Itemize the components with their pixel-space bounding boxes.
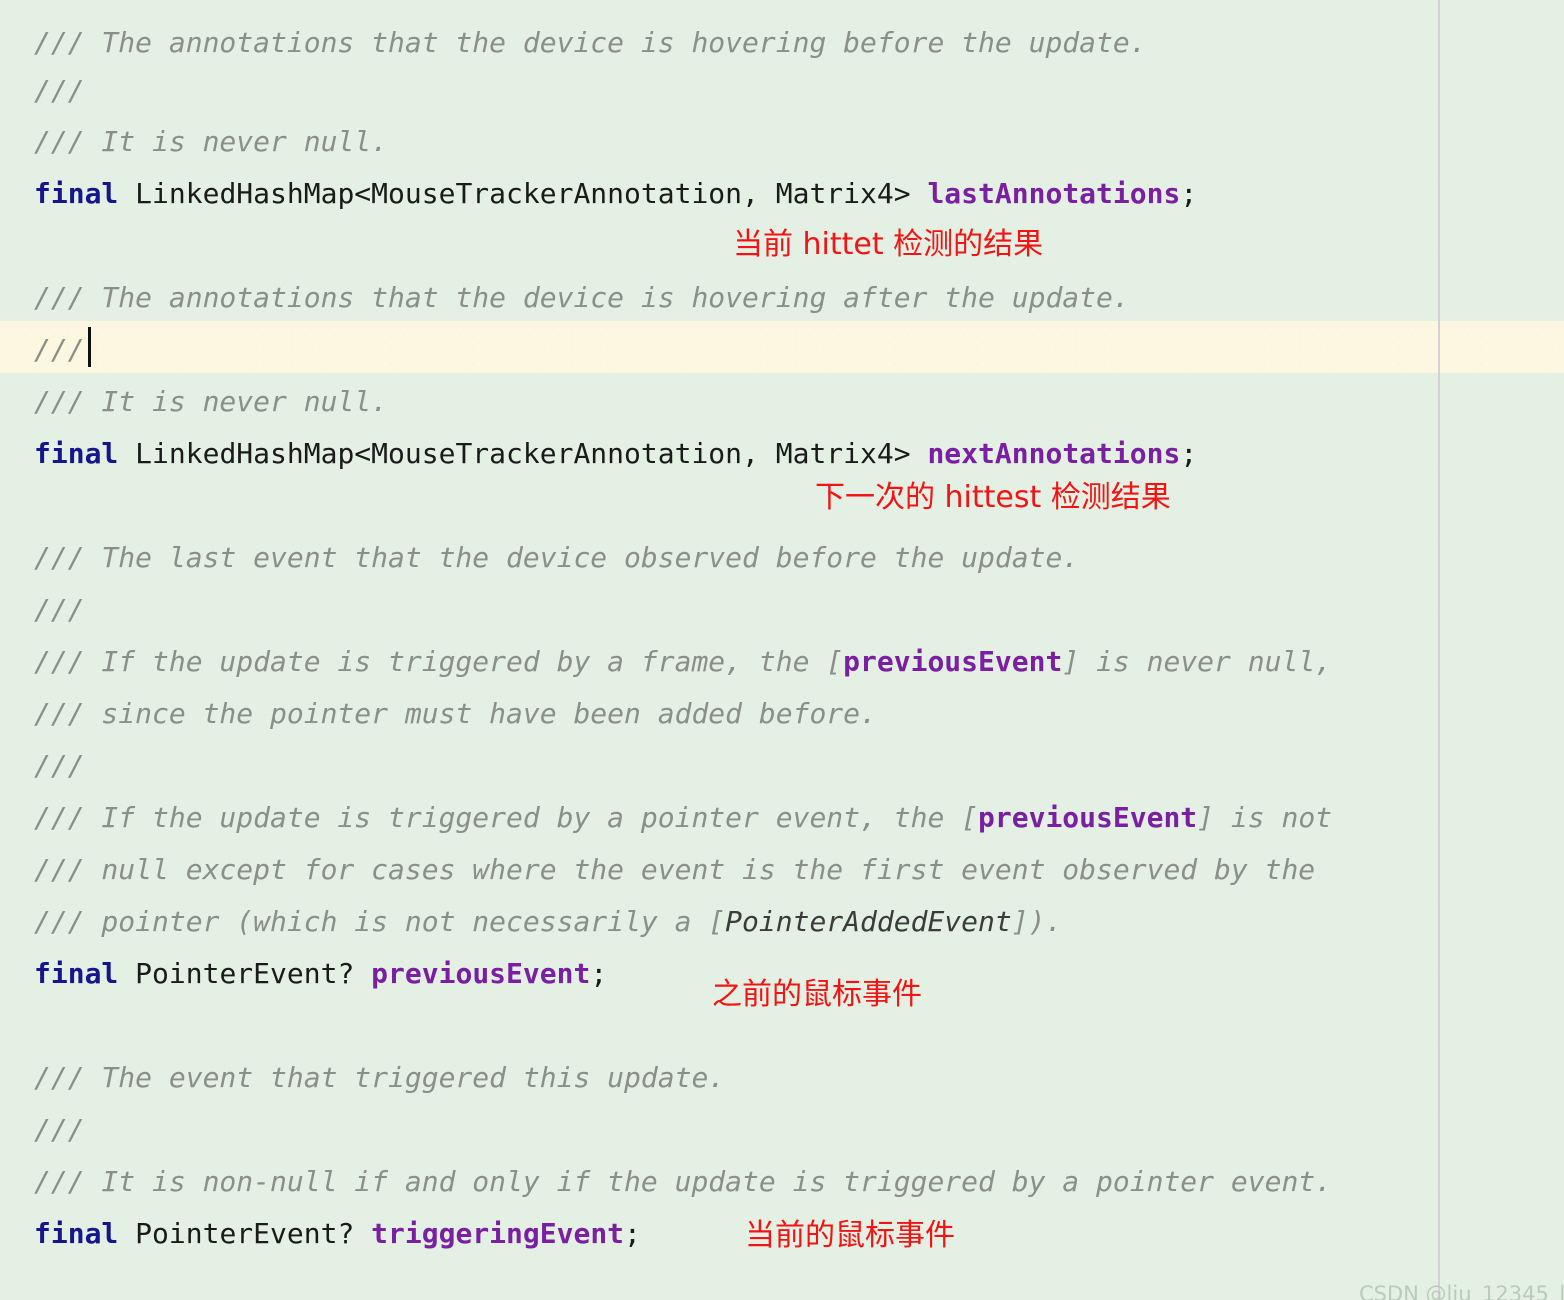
code-token: PointerAddedEvent	[725, 905, 1012, 938]
code-token: LinkedHashMap<MouseTrackerAnnotation, Ma…	[118, 177, 928, 210]
code-token: ///	[34, 74, 85, 107]
code-token: ]).	[1011, 905, 1063, 938]
code-line[interactable]: ///	[34, 740, 85, 792]
code-token: final	[34, 437, 119, 470]
code-line[interactable]: /// If the update is triggered by a fram…	[34, 636, 1332, 688]
code-token: PointerEvent?	[118, 957, 372, 990]
code-token: ] is not	[1197, 801, 1333, 834]
code-line[interactable]: final PointerEvent? previousEvent;	[34, 948, 607, 1000]
code-line[interactable]: /// It is non-null if and only if the up…	[34, 1156, 1332, 1208]
code-token: /// The last event that the device obser…	[34, 541, 1080, 574]
annotation-triggering-event: 当前的鼠标事件	[745, 1218, 955, 1253]
csdn-watermark: CSDN @liu_12345_liu	[1359, 1282, 1564, 1300]
code-line[interactable]: /// null except for cases where the even…	[34, 844, 1315, 896]
code-line[interactable]: ///	[34, 584, 85, 636]
code-token: /// It is never null.	[34, 385, 389, 418]
code-token: ;	[1180, 437, 1198, 470]
code-token: ///	[34, 593, 85, 626]
code-token: /// The event that triggered this update…	[34, 1061, 726, 1094]
code-line[interactable]: /// The annotations that the device is h…	[34, 17, 1147, 69]
annotation-next-annotations: 下一次的 hittest 检测结果	[815, 480, 1171, 515]
code-line[interactable]: /// since the pointer must have been add…	[34, 688, 877, 740]
code-line[interactable]: /// The last event that the device obser…	[34, 532, 1079, 584]
code-line[interactable]: final LinkedHashMap<MouseTrackerAnnotati…	[34, 428, 1197, 480]
code-token: ] is never null,	[1062, 645, 1333, 678]
text-caret	[88, 327, 91, 367]
current-line-highlight	[0, 321, 1564, 373]
code-token: ///	[34, 749, 85, 782]
code-line[interactable]: final LinkedHashMap<MouseTrackerAnnotati…	[34, 168, 1197, 220]
code-token: PointerEvent?	[118, 1217, 372, 1250]
code-token: /// pointer (which is not necessarily a …	[34, 905, 726, 938]
code-line[interactable]: /// If the update is triggered by a poin…	[34, 792, 1332, 844]
code-token: final	[34, 1217, 119, 1250]
code-token: /// It is non-null if and only if the up…	[34, 1165, 1333, 1198]
code-token: ;	[1180, 177, 1198, 210]
code-token: triggeringEvent	[371, 1217, 625, 1250]
code-line[interactable]: final PointerEvent? triggeringEvent;	[34, 1208, 641, 1260]
code-token: /// The annotations that the device is h…	[34, 26, 1147, 59]
code-token: /// since the pointer must have been add…	[34, 697, 877, 730]
code-line[interactable]: /// The event that triggered this update…	[34, 1052, 725, 1104]
code-token: ;	[590, 957, 608, 990]
code-token: final	[34, 177, 119, 210]
code-token: previousEvent	[978, 801, 1198, 834]
code-line[interactable]: ///	[34, 65, 85, 117]
code-line[interactable]: ///	[34, 1104, 85, 1156]
code-editor-viewport[interactable]: /// The annotations that the device is h…	[0, 0, 1564, 1300]
code-token: previousEvent	[371, 957, 591, 990]
code-token: /// null except for cases where the even…	[34, 853, 1316, 886]
code-token: LinkedHashMap<MouseTrackerAnnotation, Ma…	[118, 437, 928, 470]
code-token: /// The annotations that the device is h…	[34, 281, 1130, 314]
code-line[interactable]: /// pointer (which is not necessarily a …	[34, 896, 1062, 948]
code-token: /// It is never null.	[34, 125, 389, 158]
code-line[interactable]: ///	[34, 324, 85, 376]
code-token: ///	[34, 1113, 85, 1146]
code-token: ;	[624, 1217, 641, 1250]
code-line[interactable]: /// The annotations that the device is h…	[34, 272, 1130, 324]
code-token: /// If the update is triggered by a poin…	[34, 801, 979, 834]
code-line[interactable]: /// It is never null.	[34, 116, 388, 168]
code-token: ///	[34, 333, 85, 366]
annotation-last-annotations: 当前 hittet 检测的结果	[733, 227, 1044, 262]
code-token: lastAnnotations	[927, 177, 1181, 210]
column-ruler-guide	[1438, 0, 1440, 1300]
annotation-previous-event: 之前的鼠标事件	[712, 977, 922, 1012]
code-token: nextAnnotations	[927, 437, 1181, 470]
code-token: /// If the update is triggered by a fram…	[34, 645, 844, 678]
code-token: final	[34, 957, 119, 990]
code-line[interactable]: /// It is never null.	[34, 376, 388, 428]
code-token: previousEvent	[843, 645, 1063, 678]
